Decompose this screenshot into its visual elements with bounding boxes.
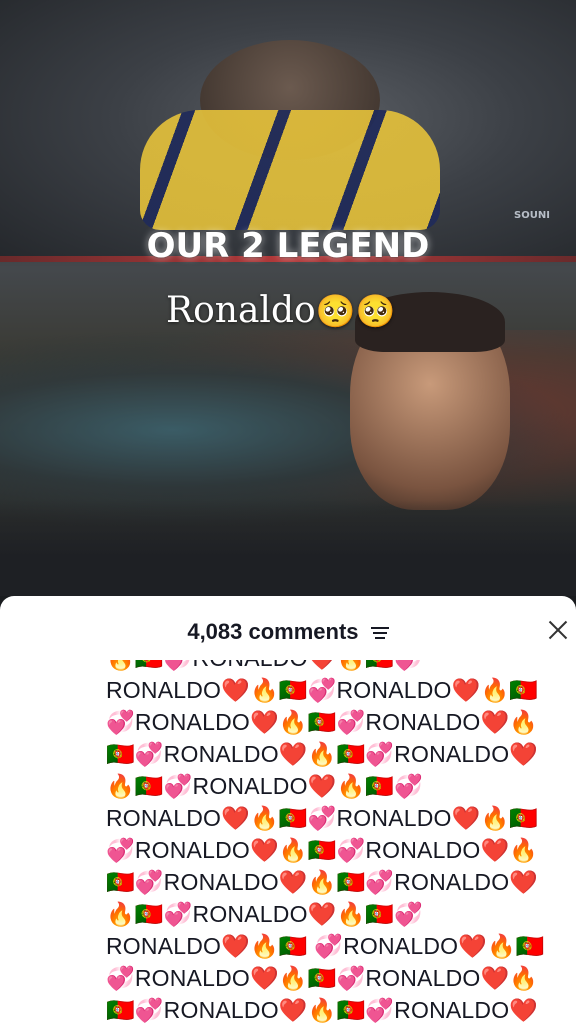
- comment-line: 🔥🇵🇹💞RONALDO❤️🔥🇵🇹💞: [106, 660, 576, 674]
- close-icon[interactable]: [546, 618, 570, 642]
- video-fade: [0, 500, 576, 596]
- comment-line: 🇵🇹💞RONALDO❤️🔥🇵🇹💞RONALDO❤️: [106, 741, 539, 767]
- comment-line: RONALDO❤️🔥🇵🇹 💞RONALDO❤️🔥🇵🇹: [106, 933, 545, 959]
- yellow-jersey-image: [140, 110, 440, 230]
- comments-panel: 4,083 comments 🔥🇵🇹💞RONALDO❤️🔥🇵🇹💞 RONALDO…: [0, 596, 576, 1024]
- video-caption: Ronaldo🥺🥺: [166, 290, 395, 331]
- comment-line: 💞RONALDO❤️🔥🇵🇹💞RONALDO❤️🔥: [106, 709, 539, 735]
- caption-text: Ronaldo: [166, 290, 316, 331]
- comment-line: 💞RONALDO❤️🔥🇵🇹💞RONALDO❤️🔥: [106, 837, 539, 863]
- comment-line: RONALDO❤️🔥🇵🇹💞RONALDO❤️🔥🇵🇹: [106, 677, 539, 703]
- video-player[interactable]: OUR 2 LEGEND SOUNI Ronaldo🥺🥺: [0, 0, 576, 596]
- comment-line: 🔥🇵🇹💞RONALDO❤️🔥🇵🇹💞: [106, 901, 424, 927]
- channel-watermark: SOUNI: [514, 210, 550, 221]
- comment-line: RONALDO❤️🔥🇵🇹💞RONALDO❤️🔥🇵🇹: [106, 805, 539, 831]
- comments-header: 4,083 comments: [0, 616, 576, 648]
- comments-count-title: 4,083 comments: [0, 616, 576, 648]
- comment-text: 🔥🇵🇹💞RONALDO❤️🔥🇵🇹💞 RONALDO❤️🔥🇵🇹💞RONALDO❤️…: [106, 660, 576, 1024]
- comment-line: 💞RONALDO❤️🔥🇵🇹💞RONALDO❤️🔥: [106, 965, 539, 991]
- filter-lines-icon[interactable]: [370, 626, 389, 640]
- comment-line: 🇵🇹💞RONALDO❤️🔥🇵🇹💞RONALDO❤️: [106, 869, 539, 895]
- comments-count-label: 4,083 comments: [187, 619, 359, 644]
- comment-line: 🔥🇵🇹💞RONALDO❤️🔥🇵🇹💞: [106, 773, 424, 799]
- comment-line: 🇵🇹💞RONALDO❤️🔥🇵🇹💞RONALDO❤️: [106, 997, 539, 1023]
- video-overlay-title: OUR 2 LEGEND: [146, 226, 430, 266]
- pleading-face-emoji: 🥺🥺: [315, 292, 396, 330]
